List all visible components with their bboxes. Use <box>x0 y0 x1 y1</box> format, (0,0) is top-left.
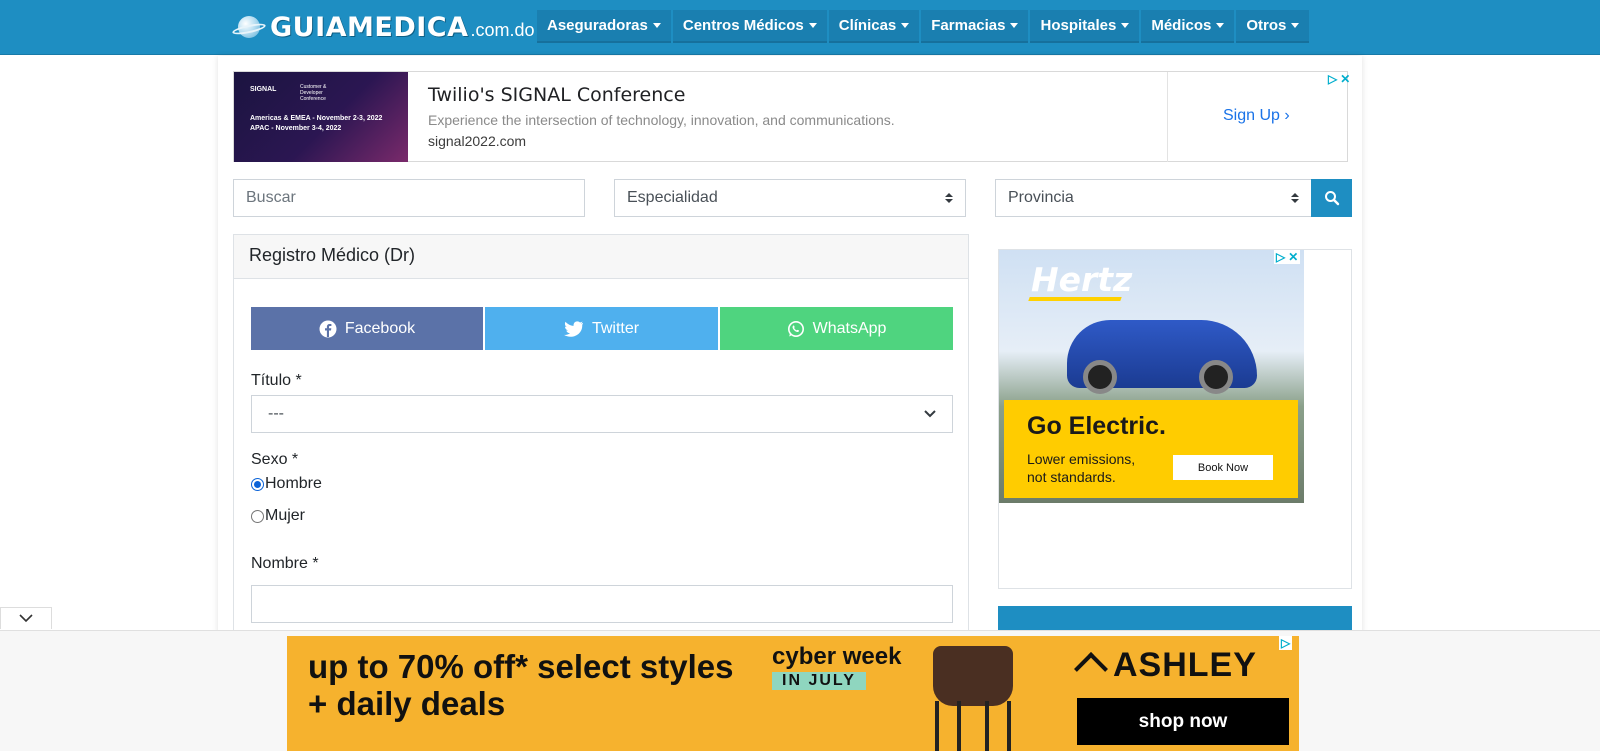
ad-choices[interactable]: ▷ ✕ <box>1328 72 1350 86</box>
close-icon[interactable]: ✕ <box>1340 72 1350 86</box>
province-select[interactable]: Provincia <box>995 179 1312 217</box>
cyber-week-label: cyber week <box>772 643 902 670</box>
radio-hombre[interactable] <box>251 477 264 491</box>
ashley-headline: up to 70% off* select styles + daily dea… <box>308 648 733 722</box>
whatsapp-icon <box>787 320 804 337</box>
caret-down-icon <box>1216 23 1225 28</box>
nav-farmacias[interactable]: Farmacias <box>921 10 1029 43</box>
adchoices-icon[interactable]: ▷ <box>1276 250 1285 264</box>
globe-icon <box>231 14 267 40</box>
caret-down-icon <box>901 23 910 28</box>
share-whatsapp-button[interactable]: WhatsApp <box>720 307 953 350</box>
site-logo[interactable]: GUIAMEDICA .com.do <box>231 10 535 44</box>
share-facebook-label: Facebook <box>344 319 416 337</box>
ashley-brand: ASHLEY <box>1113 646 1257 684</box>
sidebar-ad-container: Hertz Go Electric. Lower emissions, not … <box>998 249 1352 589</box>
chevron-down-icon <box>19 614 33 623</box>
hertz-headline: Go Electric. <box>1027 412 1166 440</box>
caret-down-icon <box>652 23 661 28</box>
ad-image[interactable]: SIGNAL Customer & Developer Conference A… <box>234 72 408 162</box>
radio-mujer-row[interactable]: Mujer <box>251 507 305 525</box>
search-icon <box>1324 191 1339 206</box>
ashley-headline-line2: + daily deals <box>308 685 506 722</box>
nombre-label: Nombre * <box>251 555 319 572</box>
logo-domain: .com.do <box>470 19 535 40</box>
top-ad-banner[interactable]: SIGNAL Customer & Developer Conference A… <box>233 71 1350 162</box>
share-whatsapp-label: WhatsApp <box>812 319 887 337</box>
select-arrows-icon <box>1291 193 1299 203</box>
ad-signup-button[interactable]: Sign Up › <box>1223 107 1290 125</box>
share-twitter-label: Twitter <box>591 319 640 337</box>
hertz-logo: Hertz <box>1031 260 1133 299</box>
caret-down-icon <box>808 23 817 28</box>
ad-choices[interactable]: ▷ ✕ <box>1274 250 1301 264</box>
close-icon[interactable]: ✕ <box>1288 250 1298 264</box>
ashley-logo: ASHLEY <box>1077 646 1257 685</box>
in-july-badge: IN JULY <box>772 672 866 690</box>
ashley-ad[interactable]: up to 70% off* select styles + daily dea… <box>287 636 1299 751</box>
car-wheel <box>1083 360 1117 394</box>
titulo-select-value: --- <box>268 405 284 422</box>
collapse-ad-button[interactable] <box>0 607 52 629</box>
share-twitter-button[interactable]: Twitter <box>485 307 718 350</box>
caret-down-icon <box>1010 23 1019 28</box>
main-nav: Aseguradoras Centros Médicos Clínicas Fa… <box>537 10 1311 43</box>
province-select-value: Provincia <box>1008 189 1074 206</box>
chevron-right-icon: › <box>1284 107 1290 124</box>
ad-image-line2: APAC - November 3-4, 2022 <box>250 125 342 132</box>
hertz-body: Lower emissions, not standards. <box>1027 451 1136 485</box>
nombre-input[interactable] <box>251 585 953 623</box>
share-facebook-button[interactable]: Facebook <box>251 307 483 350</box>
nav-clinicas[interactable]: Clínicas <box>828 10 920 43</box>
ad-image-line1: Americas & EMEA - November 2-3, 2022 <box>250 115 383 122</box>
ad-divider <box>1167 72 1168 162</box>
chevron-down-icon <box>924 410 936 418</box>
car-wheel <box>1199 360 1233 394</box>
titulo-label: Título * <box>251 372 302 389</box>
ad-image-brand: SIGNAL <box>250 86 277 93</box>
book-now-button[interactable]: Book Now <box>1173 455 1273 480</box>
logo-text: GUIAMEDICA <box>270 11 469 43</box>
twitter-icon <box>563 320 583 337</box>
card-title: Registro Médico (Dr) <box>234 235 968 279</box>
nav-otros[interactable]: Otros <box>1236 10 1310 43</box>
ad-description: Experience the intersection of technolog… <box>428 112 895 128</box>
ad-choices[interactable]: ▷ <box>1279 636 1293 650</box>
search-button[interactable] <box>1311 179 1352 217</box>
shop-now-button[interactable]: shop now <box>1077 698 1289 745</box>
adchoices-icon[interactable]: ▷ <box>1328 72 1337 86</box>
ashley-headline-line1: up to 70% off* select styles <box>308 648 734 685</box>
share-buttons: Facebook Twitter WhatsApp <box>251 307 953 350</box>
top-navbar: GUIAMEDICA .com.do Aseguradoras Centros … <box>0 0 1600 55</box>
ad-title[interactable]: Twilio's SIGNAL Conference <box>428 84 685 106</box>
caret-down-icon <box>1291 23 1300 28</box>
specialty-select-value: Especialidad <box>627 189 718 206</box>
search-input[interactable]: Buscar <box>233 179 585 217</box>
house-icon <box>1077 653 1105 679</box>
titulo-select[interactable]: --- <box>251 395 953 433</box>
chair-image <box>927 646 1022 751</box>
facebook-icon <box>319 320 337 337</box>
registration-card: Registro Médico (Dr) Facebook Twitter Wh… <box>233 234 969 654</box>
radio-mujer[interactable] <box>251 509 264 523</box>
caret-down-icon <box>1121 23 1130 28</box>
nav-aseguradoras[interactable]: Aseguradoras <box>537 10 671 43</box>
select-arrows-icon <box>945 193 953 203</box>
hertz-ad[interactable]: Hertz Go Electric. Lower emissions, not … <box>999 250 1304 503</box>
adchoices-icon[interactable]: ▷ <box>1281 636 1290 650</box>
hertz-ad-panel: Go Electric. Lower emissions, not standa… <box>1004 400 1298 498</box>
radio-hombre-row[interactable]: Hombre <box>251 475 322 493</box>
ad-url[interactable]: signal2022.com <box>428 133 526 149</box>
nav-medicos[interactable]: Médicos <box>1141 10 1235 43</box>
radio-mujer-label[interactable]: Mujer <box>265 507 305 525</box>
radio-hombre-label[interactable]: Hombre <box>265 475 322 493</box>
nav-centros-medicos[interactable]: Centros Médicos <box>672 10 827 43</box>
sexo-label: Sexo * <box>251 451 299 468</box>
nav-hospitales[interactable]: Hospitales <box>1030 10 1140 43</box>
specialty-select[interactable]: Especialidad <box>614 179 966 217</box>
ad-image-tag: Customer & Developer Conference <box>300 84 327 102</box>
hertz-logo-bar <box>1028 297 1122 301</box>
